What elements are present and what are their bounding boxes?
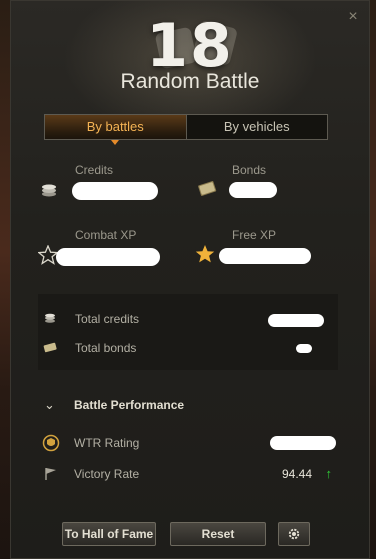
reset-button[interactable]: Reset [170,522,266,546]
totals-summary-box: Total credits Total bonds [38,294,338,370]
credits-label: Credits [75,163,114,177]
free-xp-value-redacted [219,248,311,264]
battle-performance-title: Battle Performance [74,398,185,412]
active-caret-icon [111,140,120,145]
total-credits-icon [45,313,55,323]
game-background-right [370,0,376,559]
victory-rate-label: Victory Rate [74,467,140,481]
chevron-down-icon: ⌄ [44,397,55,412]
wtr-rating-label: WTR Rating [74,436,140,450]
battles-count: 18 [146,11,234,81]
combat-xp-star-icon [38,245,58,265]
hall-of-fame-button[interactable]: To Hall of Fame [62,522,156,546]
combat-xp-value-redacted [56,248,160,266]
session-stats-panel: × 18 Random Battle By battles By vehicle… [10,0,370,559]
total-credits-value-redacted [268,314,324,327]
gear-icon [288,528,300,540]
tab-label: By vehicles [223,119,290,134]
wtr-rating-value-redacted [270,436,336,450]
combat-xp-label: Combat XP [75,228,137,242]
free-xp-star-icon [195,245,215,263]
free-xp-label: Free XP [232,228,277,242]
tab-by-battles[interactable]: By battles [45,115,187,145]
total-credits-label: Total credits [75,312,140,326]
wtr-rating-row: WTR Rating [38,432,338,456]
tab-by-vehicles[interactable]: By vehicles [187,115,328,139]
bonds-label: Bonds [232,163,267,177]
total-bonds-label: Total bonds [75,341,137,355]
tab-label: By battles [86,119,144,134]
battle-performance-header[interactable]: ⌄ Battle Performance [40,397,340,416]
total-bonds-value-redacted [296,344,312,353]
view-tabs: By battles By vehicles [44,114,328,145]
battle-type-title: Random Battle [120,70,260,93]
wtr-rating-icon [42,434,60,452]
total-bonds-icon [43,342,57,353]
credits-coins-icon [42,184,56,197]
bonds-icon [198,181,217,196]
victory-flag-icon [45,468,56,480]
victory-rate-value: 94.44 [281,467,312,481]
settings-button[interactable] [278,522,310,546]
victory-rate-row: Victory Rate 94.44 ↑ [38,463,338,487]
up-arrow-icon: ↑ [325,466,333,481]
bonds-value-redacted [229,182,277,198]
credits-value-redacted [72,182,158,200]
